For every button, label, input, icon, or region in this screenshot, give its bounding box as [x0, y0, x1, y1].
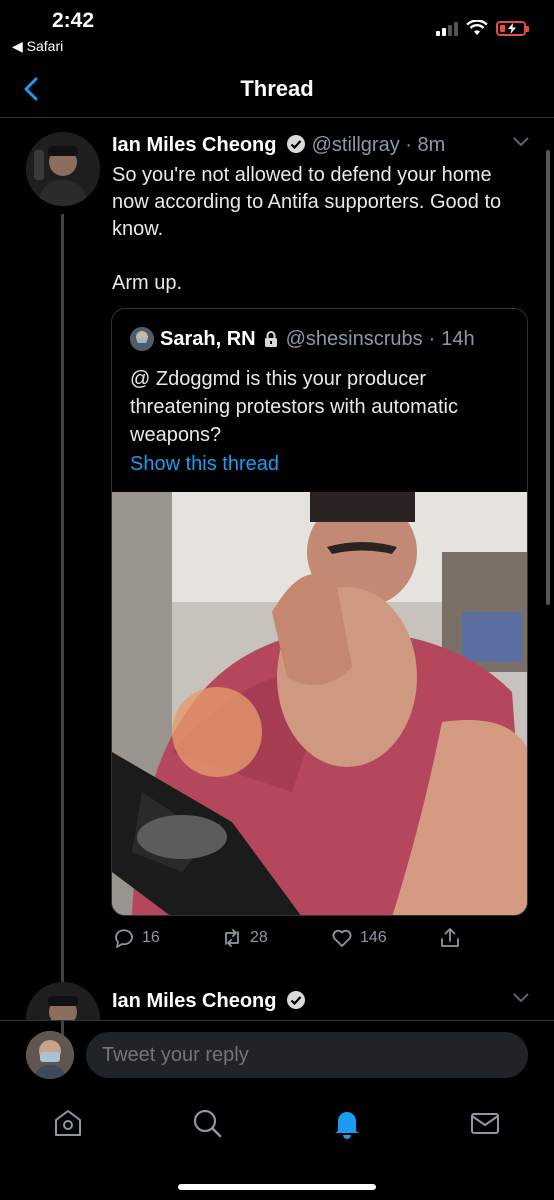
- status-icons: [436, 20, 529, 36]
- quoted-tweet[interactable]: Sarah, RN @shesinscrubs · 14h @ Zdoggmd …: [111, 308, 528, 916]
- quoted-tweet-time: 14h: [441, 327, 475, 350]
- home-indicator[interactable]: [178, 1184, 376, 1190]
- author-name[interactable]: Ian Miles Cheong: [112, 134, 276, 156]
- quoted-author-handle: @shesinscrubs: [285, 327, 423, 350]
- tweet-actions: 16 28 146: [112, 926, 532, 956]
- verified-badge-icon: [287, 135, 306, 153]
- tweet-text-line: Arm up.: [112, 272, 183, 294]
- home-icon[interactable]: [51, 1106, 85, 1140]
- battery-icon: [496, 20, 529, 36]
- back-to-safari-link[interactable]: ◀ Safari: [12, 38, 63, 55]
- tweet-text: So you're not allowed to defend your hom…: [112, 162, 532, 297]
- meta-separator: ·: [405, 134, 412, 156]
- avatar[interactable]: [26, 982, 100, 1020]
- thread-header: Thread: [0, 60, 554, 118]
- reply-input[interactable]: [86, 1032, 528, 1078]
- author-handle[interactable]: @stillgray: [312, 134, 400, 156]
- chevron-down-icon[interactable]: [512, 992, 530, 1004]
- tweet-text-line: So you're not allowed to defend your hom…: [112, 164, 502, 240]
- thread-connector-line: [61, 214, 64, 1064]
- show-thread-link[interactable]: Show this thread: [130, 453, 279, 476]
- chevron-down-icon[interactable]: [512, 136, 530, 148]
- verified-badge-icon: [287, 991, 306, 1009]
- like-count: 146: [360, 929, 387, 946]
- retweet-button[interactable]: 28: [220, 926, 268, 950]
- reply-count: 16: [142, 929, 160, 946]
- tweet[interactable]: Ian Miles Cheong @stillgray · 8m So you'…: [0, 118, 554, 1064]
- retweet-icon: [225, 929, 239, 947]
- lock-icon: [264, 331, 277, 347]
- meta-separator: ·: [428, 327, 436, 350]
- next-tweet[interactable]: Ian Miles Cheong: [0, 978, 554, 1020]
- author-name[interactable]: Ian Miles Cheong: [112, 990, 276, 1012]
- mail-icon[interactable]: [468, 1106, 502, 1140]
- search-icon[interactable]: [190, 1106, 224, 1140]
- status-time: 2:42: [52, 9, 95, 32]
- quoted-tweet-header: Sarah, RN @shesinscrubs · 14h: [130, 327, 475, 351]
- bell-icon[interactable]: [330, 1106, 364, 1140]
- wifi-icon: [466, 20, 488, 35]
- reply-bar: [0, 1020, 554, 1090]
- tweet-header: Ian Miles Cheong @stillgray · 8m: [112, 134, 445, 157]
- like-button[interactable]: 146: [330, 926, 387, 950]
- avatar[interactable]: [26, 132, 100, 206]
- tweet-header: Ian Miles Cheong: [112, 990, 306, 1013]
- scrollbar[interactable]: [546, 150, 550, 605]
- tweet-time: 8m: [417, 134, 446, 156]
- reply-icon: [115, 929, 133, 948]
- avatar: [26, 1031, 74, 1079]
- page-title: Thread: [240, 76, 314, 101]
- avatar: [130, 327, 154, 351]
- quoted-tweet-text: @ Zdoggmd is this your producer threaten…: [130, 368, 458, 446]
- status-bar: 2:42 ◀ Safari: [0, 0, 554, 60]
- heart-icon: [332, 929, 352, 947]
- cellular-signal-icon: [436, 20, 458, 36]
- video-thumbnail[interactable]: [112, 492, 527, 915]
- reply-button[interactable]: 16: [112, 926, 160, 950]
- retweet-count: 28: [250, 929, 268, 946]
- tab-bar: [0, 1090, 554, 1200]
- share-button[interactable]: [438, 926, 462, 950]
- share-icon: [441, 928, 459, 947]
- quoted-author-name: Sarah, RN: [160, 327, 256, 350]
